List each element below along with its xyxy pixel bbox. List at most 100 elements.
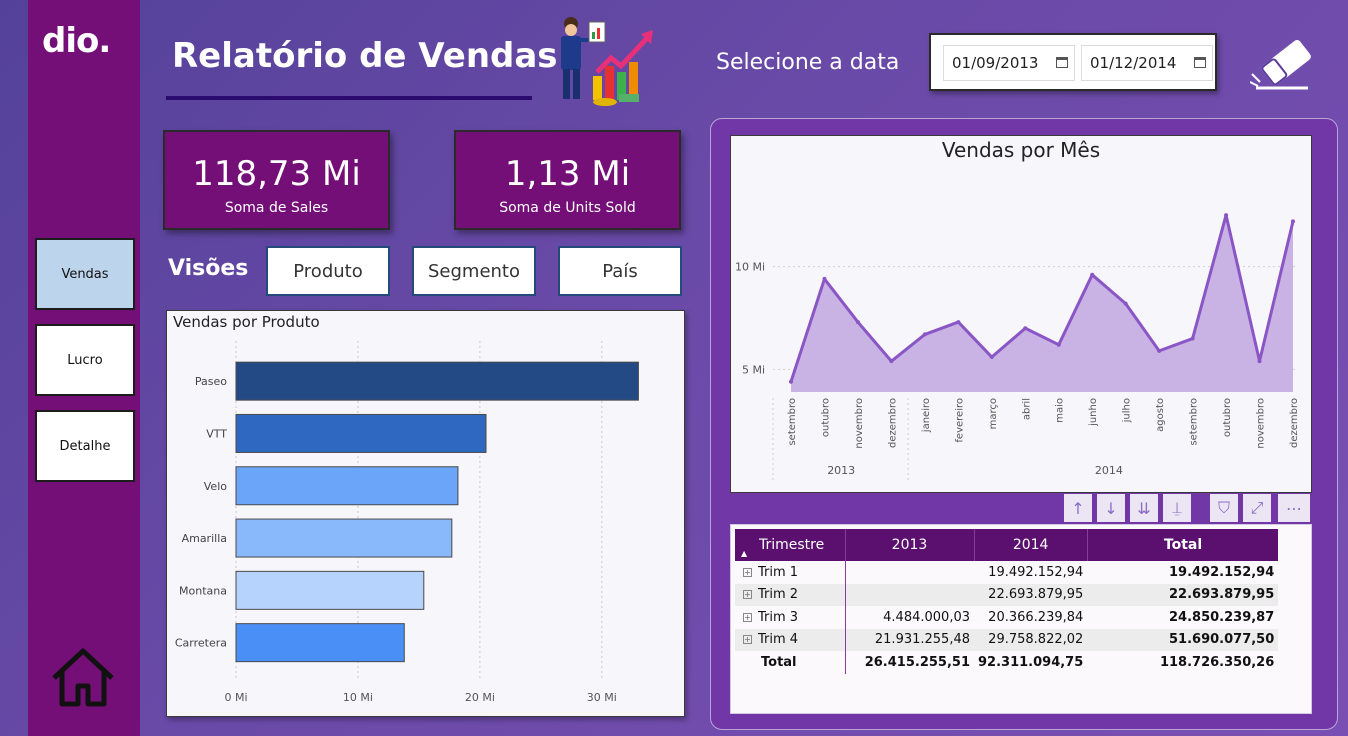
row-label-cell[interactable]: + Trim 4 bbox=[735, 629, 845, 652]
row-label: Trim 2 bbox=[758, 587, 799, 603]
cell-total: 51.690.077,50 bbox=[1169, 632, 1275, 648]
data-point[interactable] bbox=[855, 320, 860, 325]
calendar-icon[interactable] bbox=[1056, 57, 1068, 68]
data-point[interactable] bbox=[889, 359, 894, 364]
filter-icon[interactable]: ⛉ bbox=[1210, 494, 1238, 522]
row-label-cell[interactable]: + Trim 2 bbox=[735, 584, 845, 607]
nav-label: Lucro bbox=[67, 352, 103, 368]
cell-2013 bbox=[844, 583, 974, 606]
row-label-cell[interactable]: + Trim 1 bbox=[735, 561, 845, 584]
data-point[interactable] bbox=[1123, 301, 1128, 306]
table-row: + Trim 3 4.484.000,03 20.366.239,84 24.85… bbox=[735, 606, 1278, 629]
bar[interactable] bbox=[235, 518, 453, 558]
data-point[interactable] bbox=[1291, 219, 1295, 224]
y-tick-label: Velo bbox=[204, 480, 227, 493]
expand-hierarchy-icon[interactable]: ⍊ bbox=[1163, 494, 1191, 522]
header-trimestre[interactable]: Trimestre ▲ bbox=[735, 529, 845, 561]
total-2013: 26.415.255,51 bbox=[844, 651, 974, 674]
sales-by-month-chart: Vendas por Mês 5 Mi 10 Mi setembro outubro n… bbox=[730, 135, 1312, 493]
home-icon[interactable] bbox=[50, 646, 116, 708]
kpi-label: Soma de Sales bbox=[224, 200, 329, 216]
bar[interactable] bbox=[235, 413, 487, 453]
header-2013[interactable]: 2013 bbox=[844, 529, 974, 561]
cell-2013 bbox=[844, 561, 974, 584]
cell-2014: 20.366.239,84 bbox=[988, 609, 1084, 625]
row-label: Trim 1 bbox=[758, 564, 799, 580]
eraser-clear-filters-icon[interactable] bbox=[1250, 38, 1316, 92]
start-date-input[interactable]: 01/09/2013 bbox=[943, 45, 1075, 81]
arrow-up-icon[interactable]: ↑ bbox=[1064, 494, 1092, 522]
more-options-icon[interactable]: ⋯ bbox=[1278, 494, 1310, 522]
data-point[interactable] bbox=[956, 320, 961, 325]
x-tick-label: junho bbox=[1088, 398, 1099, 427]
nav-vendas-button[interactable]: Vendas bbox=[35, 238, 135, 310]
title-underline bbox=[166, 96, 532, 100]
table-row: + Trim 4 21.931.255,48 29.758.822,02 51.6… bbox=[735, 628, 1279, 652]
y-tick-label: VTT bbox=[206, 427, 227, 440]
x-tick-label: abril bbox=[1021, 398, 1032, 420]
x-tick-label: novembro bbox=[854, 398, 865, 449]
businessman-chart-illustration bbox=[561, 17, 653, 106]
end-date-input[interactable]: 01/12/2014 bbox=[1081, 45, 1213, 81]
x-tick-label: agosto bbox=[1155, 398, 1166, 432]
data-point[interactable] bbox=[1257, 359, 1262, 364]
table-row: + Trim 2 22.693.879,95 22.693.879,95 bbox=[735, 583, 1279, 607]
end-date-value: 01/12/2014 bbox=[1090, 54, 1177, 72]
data-point[interactable] bbox=[822, 276, 827, 281]
nav-lucro-button[interactable]: Lucro bbox=[35, 324, 135, 396]
x-tick-label: 10 Mi bbox=[343, 691, 373, 704]
data-point[interactable] bbox=[1157, 348, 1162, 353]
cell-2014: 19.492.152,94 bbox=[988, 564, 1084, 580]
product-bar-chart: 0 Mi 10 Mi 20 Mi 30 Mi Paseo VTT Velo Amarilla M… bbox=[175, 341, 639, 704]
grand-total: 118.726.350,26 bbox=[1159, 654, 1275, 670]
expand-icon[interactable]: + bbox=[743, 635, 752, 645]
nav-detalhe-button[interactable]: Detalhe bbox=[35, 410, 135, 482]
start-date-value: 01/09/2013 bbox=[952, 54, 1039, 72]
data-point[interactable] bbox=[789, 379, 793, 384]
y-tick-label: 5 Mi bbox=[742, 363, 765, 376]
expand-icon[interactable]: + bbox=[743, 612, 752, 622]
data-point[interactable] bbox=[1056, 342, 1061, 347]
data-point[interactable] bbox=[1090, 272, 1095, 277]
date-filter-label: Selecione a data bbox=[716, 50, 900, 75]
cell-2013: 4.484.000,03 bbox=[844, 606, 974, 629]
data-point[interactable] bbox=[989, 355, 994, 360]
cell-total: 19.492.152,94 bbox=[1169, 564, 1275, 580]
y-tick-label: Montana bbox=[179, 584, 227, 597]
x-tick-label: fevereiro bbox=[954, 398, 965, 443]
x-tick-label: julho bbox=[1122, 398, 1133, 423]
view-produto-button[interactable]: Produto bbox=[266, 246, 390, 296]
view-segmento-button[interactable]: Segmento bbox=[412, 246, 536, 296]
double-arrow-down-icon[interactable]: ⇊ bbox=[1130, 494, 1158, 522]
x-tick-label: outubro bbox=[1222, 398, 1233, 437]
page-title: Relatório de Vendas bbox=[172, 36, 558, 76]
views-title: Visões bbox=[168, 256, 249, 281]
calendar-icon[interactable] bbox=[1194, 57, 1206, 68]
row-label: Trim 3 bbox=[758, 609, 799, 625]
bar[interactable] bbox=[235, 623, 405, 663]
view-pais-button[interactable]: País bbox=[558, 246, 682, 296]
expand-icon[interactable]: + bbox=[743, 590, 752, 600]
x-tick-label: 30 Mi bbox=[587, 691, 617, 704]
data-point[interactable] bbox=[922, 332, 927, 337]
bar[interactable] bbox=[235, 570, 425, 610]
header-total[interactable]: Total bbox=[1086, 529, 1279, 561]
data-point[interactable] bbox=[1190, 336, 1195, 341]
expand-icon[interactable]: + bbox=[743, 567, 752, 577]
kpi-card-sales: 118,73 Mi Soma de Sales bbox=[163, 130, 390, 230]
cell-2014: 29.758.822,02 bbox=[988, 632, 1084, 648]
bar[interactable] bbox=[235, 466, 459, 506]
focus-mode-icon[interactable]: ⤢ bbox=[1243, 494, 1271, 522]
sales-by-product-chart: Vendas por Produto 0 Mi 10 Mi 20 Mi 30 Mi Pa… bbox=[166, 310, 685, 717]
row-label: Trim 4 bbox=[758, 632, 799, 648]
year-label: 2013 bbox=[827, 464, 855, 477]
data-point[interactable] bbox=[1023, 326, 1028, 331]
x-tick-label: dezembro bbox=[887, 398, 898, 448]
header-2014[interactable]: 2014 bbox=[973, 529, 1088, 561]
arrow-down-icon[interactable]: ↓ bbox=[1097, 494, 1125, 522]
data-point[interactable] bbox=[1224, 213, 1229, 218]
row-label-cell[interactable]: + Trim 3 bbox=[735, 606, 845, 629]
x-tick-label: março bbox=[988, 398, 999, 429]
matrix-table: Trimestre ▲ 2013 2014 Total + Trim 1 19.4… bbox=[735, 529, 1279, 674]
bar[interactable] bbox=[235, 361, 639, 401]
